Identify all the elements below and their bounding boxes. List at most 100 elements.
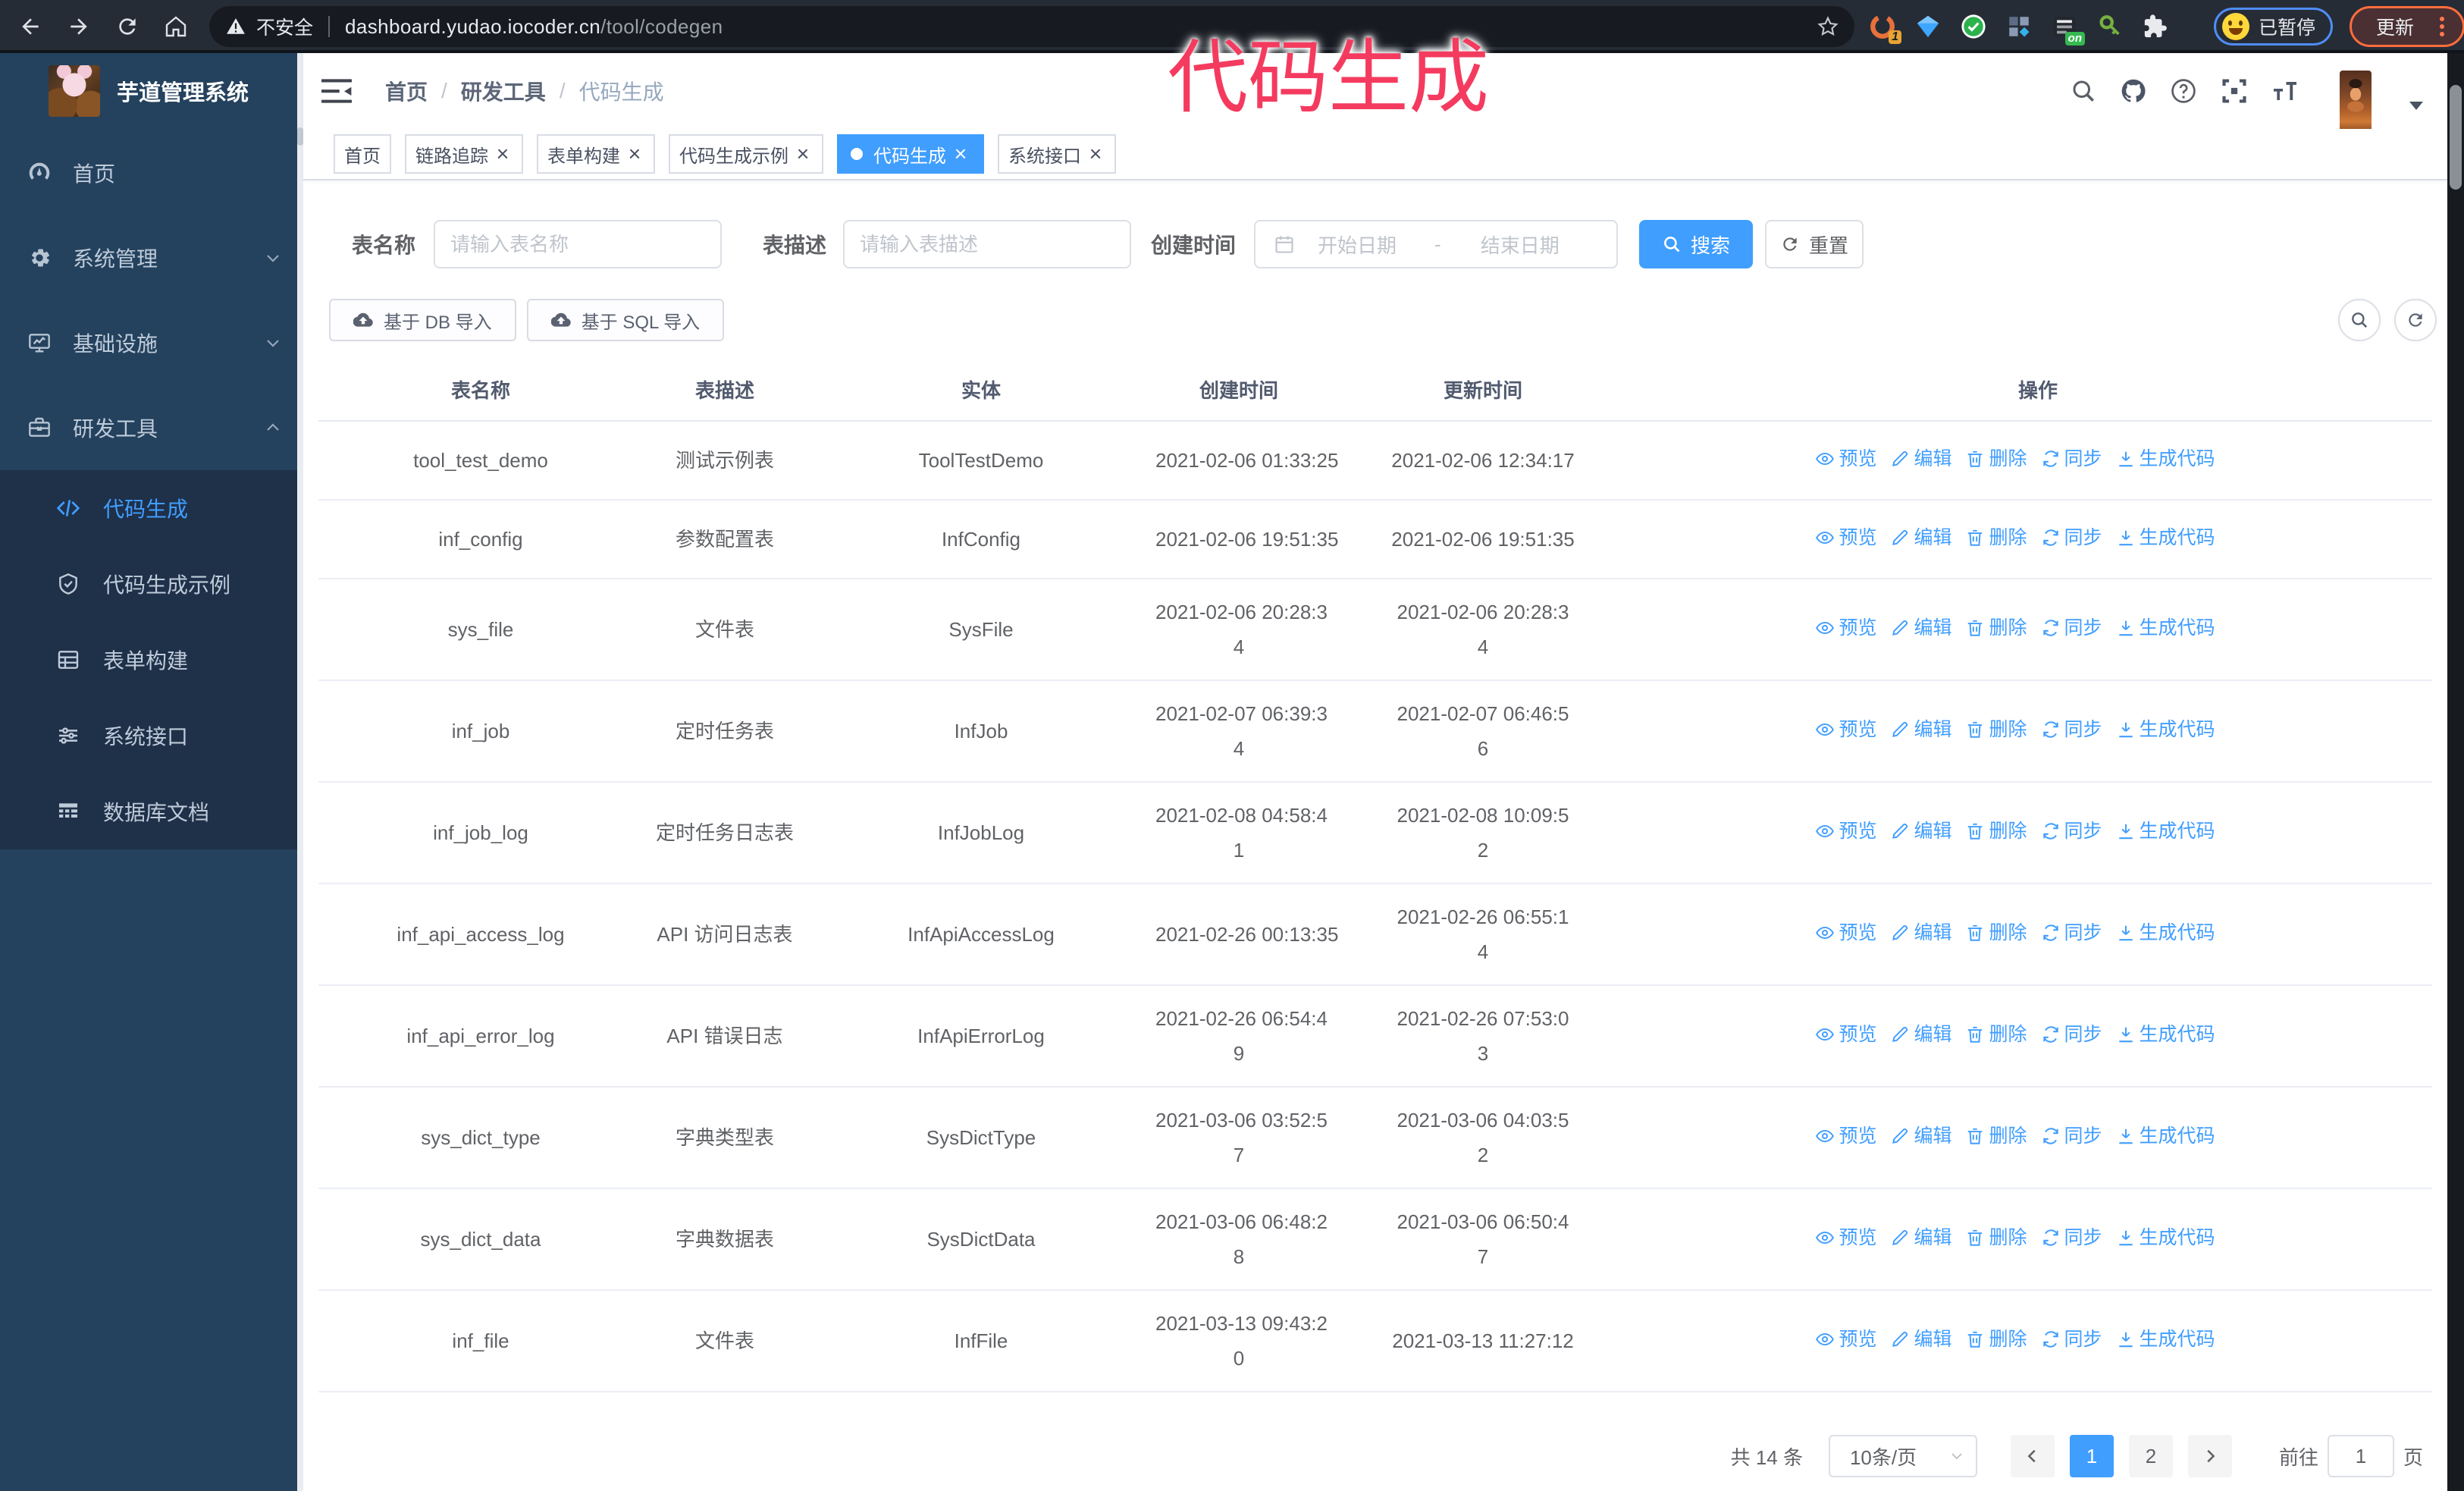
edit-action[interactable]: 编辑 (1890, 1119, 1951, 1154)
page-button-2[interactable]: 2 (2128, 1435, 2173, 1477)
close-icon[interactable] (1086, 144, 1105, 164)
user-avatar[interactable] (2340, 71, 2372, 133)
edit-action[interactable]: 编辑 (1890, 1017, 1951, 1052)
browser-home-icon[interactable] (164, 14, 188, 39)
sync-action[interactable]: 同步 (2041, 520, 2102, 555)
sidebar-subitem[interactable]: 代码生成示例 (0, 546, 303, 622)
edit-action[interactable]: 编辑 (1890, 915, 1951, 950)
tab-表单构建[interactable]: 表单构建 (537, 134, 655, 174)
preview-action[interactable]: 预览 (1815, 1017, 1876, 1052)
tab-首页[interactable]: 首页 (334, 134, 391, 174)
import-db-button[interactable]: 基于 DB 导入 (329, 299, 516, 341)
sync-action[interactable]: 同步 (2041, 814, 2102, 849)
edit-action[interactable]: 编辑 (1890, 1322, 1951, 1357)
sidebar-item[interactable]: 系统管理 (0, 215, 303, 300)
page-scrollbar[interactable] (2447, 53, 2464, 1491)
sidebar-subitem[interactable]: 数据库文档 (0, 774, 303, 849)
date-range-picker[interactable]: 开始日期 - 结束日期 (1254, 220, 1619, 268)
page-url[interactable]: dashboard.yudao.iocoder.cn/tool/codegen (345, 15, 723, 39)
delete-action[interactable]: 删除 (1965, 712, 2027, 747)
refresh-table-button[interactable] (2394, 299, 2437, 341)
preview-action[interactable]: 预览 (1815, 814, 1876, 849)
extension-orange-icon[interactable]: 1 (1870, 14, 1901, 44)
generate-action[interactable]: 生成代码 (2116, 1220, 2215, 1255)
github-icon[interactable] (2120, 77, 2147, 105)
edit-action[interactable]: 编辑 (1890, 712, 1951, 747)
sidebar-item[interactable]: 首页 (0, 130, 303, 215)
browser-forward-icon[interactable] (67, 14, 91, 39)
sidebar-logo[interactable]: 芋道管理系统 (0, 53, 303, 129)
extension-diamond-icon[interactable] (1915, 14, 1941, 39)
preview-action[interactable]: 预览 (1815, 1220, 1876, 1255)
tab-系统接口[interactable]: 系统接口 (998, 134, 1116, 174)
sidebar-subitem[interactable]: 代码生成 (0, 470, 303, 546)
tab-链路追踪[interactable]: 链路追踪 (405, 134, 523, 174)
extension-dark-list-icon[interactable]: on (2052, 14, 2085, 46)
extension-check-icon[interactable] (1961, 14, 1986, 39)
prev-page-button[interactable] (2010, 1435, 2055, 1477)
edit-action[interactable]: 编辑 (1890, 814, 1951, 849)
preview-action[interactable]: 预览 (1815, 441, 1876, 476)
page-size-select[interactable]: 10条/页 (1828, 1435, 1977, 1477)
delete-action[interactable]: 删除 (1965, 1119, 2027, 1154)
close-icon[interactable] (793, 144, 813, 164)
edit-action[interactable]: 编辑 (1890, 441, 1951, 476)
fullscreen-icon[interactable] (2220, 77, 2249, 105)
toggle-search-button[interactable] (2338, 299, 2381, 341)
sync-action[interactable]: 同步 (2041, 915, 2102, 950)
generate-action[interactable]: 生成代码 (2116, 1119, 2215, 1154)
extensions-puzzle-icon[interactable] (2143, 14, 2168, 39)
preview-action[interactable]: 预览 (1815, 611, 1876, 645)
sidebar-subitem[interactable]: 系统接口 (0, 698, 303, 774)
sync-action[interactable]: 同步 (2041, 1322, 2102, 1357)
browser-reload-icon[interactable] (115, 14, 140, 39)
browser-update-button[interactable]: 更新 (2350, 6, 2464, 47)
address-bar[interactable]: 不安全 dashboard.yudao.iocoder.cn/tool/code… (209, 6, 1854, 47)
bookmark-star-icon[interactable] (1817, 15, 1839, 38)
table-name-input[interactable] (434, 220, 722, 268)
browser-menu-icon[interactable] (2440, 17, 2445, 36)
breadcrumb-tools[interactable]: 研发工具 (461, 76, 546, 106)
generate-action[interactable]: 生成代码 (2116, 814, 2215, 849)
generate-action[interactable]: 生成代码 (2116, 1322, 2215, 1357)
date-end-input[interactable]: 结束日期 (1481, 231, 1560, 259)
delete-action[interactable]: 删除 (1965, 814, 2027, 849)
edit-action[interactable]: 编辑 (1890, 1220, 1951, 1255)
page-button-1[interactable]: 1 (2069, 1435, 2114, 1477)
preview-action[interactable]: 预览 (1815, 1119, 1876, 1154)
extension-key-icon[interactable] (2097, 14, 2123, 39)
edit-action[interactable]: 编辑 (1890, 611, 1951, 645)
delete-action[interactable]: 删除 (1965, 520, 2027, 555)
reset-button[interactable]: 重置 (1765, 220, 1864, 268)
close-icon[interactable] (493, 144, 513, 164)
delete-action[interactable]: 删除 (1965, 1322, 2027, 1357)
sidebar-item[interactable]: 研发工具 (0, 385, 303, 470)
font-size-icon[interactable] (2271, 77, 2299, 105)
preview-action[interactable]: 预览 (1815, 915, 1876, 950)
breadcrumb-home[interactable]: 首页 (385, 76, 428, 106)
sync-action[interactable]: 同步 (2041, 441, 2102, 476)
generate-action[interactable]: 生成代码 (2116, 1017, 2215, 1052)
generate-action[interactable]: 生成代码 (2116, 611, 2215, 645)
preview-action[interactable]: 预览 (1815, 1322, 1876, 1357)
header-search-icon[interactable] (2070, 77, 2097, 105)
tab-代码生成示例[interactable]: 代码生成示例 (669, 134, 823, 174)
sync-action[interactable]: 同步 (2041, 1119, 2102, 1154)
close-icon[interactable] (625, 144, 644, 164)
delete-action[interactable]: 删除 (1965, 611, 2027, 645)
sidebar-subitem[interactable]: 表单构建 (0, 622, 303, 698)
sync-action[interactable]: 同步 (2041, 611, 2102, 645)
extension-paused-pill[interactable]: 已暂停 (2214, 8, 2334, 46)
extension-grid-icon[interactable] (2006, 14, 2032, 39)
delete-action[interactable]: 删除 (1965, 1220, 2027, 1255)
generate-action[interactable]: 生成代码 (2116, 915, 2215, 950)
scrollbar-thumb[interactable] (2450, 85, 2462, 190)
next-page-button[interactable] (2187, 1435, 2232, 1477)
tab-代码生成[interactable]: 代码生成 (837, 134, 984, 174)
edit-action[interactable]: 编辑 (1890, 520, 1951, 555)
sync-action[interactable]: 同步 (2041, 1220, 2102, 1255)
delete-action[interactable]: 删除 (1965, 441, 2027, 476)
sync-action[interactable]: 同步 (2041, 712, 2102, 747)
user-caret-down-icon[interactable] (2409, 102, 2423, 117)
generate-action[interactable]: 生成代码 (2116, 520, 2215, 555)
